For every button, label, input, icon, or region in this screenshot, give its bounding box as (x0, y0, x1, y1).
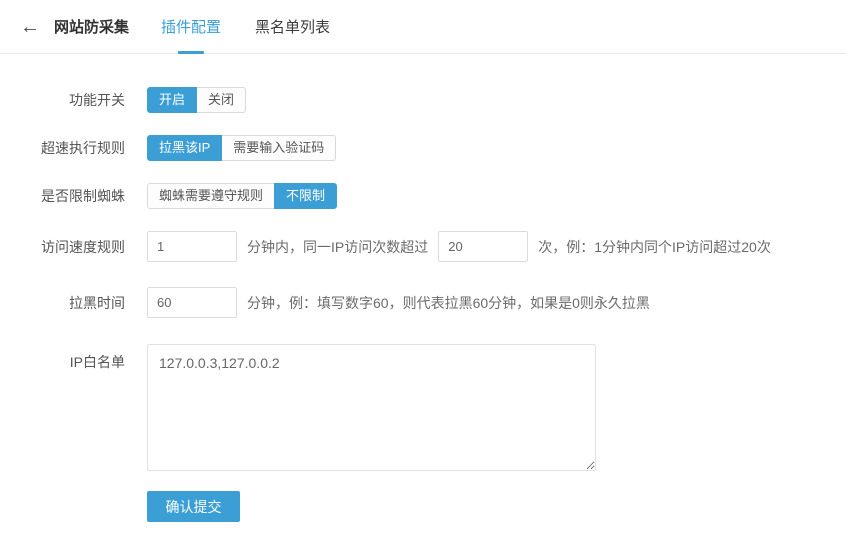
form-row-limit-spider: 是否限制蜘蛛 蜘蛛需要遵守规则 不限制 (0, 183, 846, 209)
form-row-speed-rule: 访问速度规则 分钟内，同一IP访问次数超过 次，例：1分钟内同个IP访问超过20… (0, 231, 846, 262)
tab-blacklist[interactable]: 黑名单列表 (247, 0, 338, 53)
tab-bar: 插件配置 黑名单列表 (153, 0, 356, 53)
switch-on-button[interactable]: 开启 (147, 87, 197, 113)
block-time-example-text: 分钟，例：填写数字60，则代表拉黑60分钟，如果是0则永久拉黑 (247, 293, 650, 313)
field-label: 功能开关 (0, 90, 125, 110)
form-row-overspeed-rule: 超速执行规则 拉黑该IP 需要输入验证码 (0, 135, 846, 161)
field-label: IP白名单 (0, 344, 125, 372)
field-label: 访问速度规则 (0, 237, 125, 257)
speed-count-input[interactable] (438, 231, 528, 262)
function-switch-group: 开启 关闭 (147, 87, 246, 113)
field-label: 超速执行规则 (0, 138, 125, 158)
confirm-submit-button[interactable]: 确认提交 (147, 491, 240, 522)
block-time-input[interactable] (147, 287, 237, 318)
require-captcha-button[interactable]: 需要输入验证码 (221, 135, 336, 161)
page-header: ← 网站防采集 插件配置 黑名单列表 (0, 0, 846, 54)
limit-spider-group: 蜘蛛需要遵守规则 不限制 (147, 183, 337, 209)
plugin-config-form: 功能开关 开启 关闭 超速执行规则 拉黑该IP 需要输入验证码 是否限制蜘蛛 蜘… (0, 54, 846, 522)
form-row-block-time: 拉黑时间 分钟，例：填写数字60，则代表拉黑60分钟，如果是0则永久拉黑 (0, 287, 846, 318)
back-icon[interactable]: ← (18, 15, 42, 39)
ip-whitelist-textarea[interactable]: 127.0.0.3,127.0.0.2 (147, 344, 596, 471)
switch-off-button[interactable]: 关闭 (196, 87, 246, 113)
tab-label: 黑名单列表 (255, 16, 330, 37)
tab-label: 插件配置 (161, 16, 221, 37)
field-label: 是否限制蜘蛛 (0, 186, 125, 206)
no-limit-button[interactable]: 不限制 (274, 183, 337, 209)
form-row-ip-whitelist: IP白名单 127.0.0.3,127.0.0.2 (0, 344, 846, 471)
tab-plugin-config[interactable]: 插件配置 (153, 0, 229, 53)
submit-row: 确认提交 (147, 491, 846, 522)
field-label: 拉黑时间 (0, 293, 125, 313)
form-row-function-switch: 功能开关 开启 关闭 (0, 87, 846, 113)
overspeed-rule-group: 拉黑该IP 需要输入验证码 (147, 135, 336, 161)
blacklist-ip-button[interactable]: 拉黑该IP (147, 135, 222, 161)
speed-minutes-input[interactable] (147, 231, 237, 262)
speed-rule-example-text: 次，例：1分钟内同个IP访问超过20次 (538, 237, 771, 257)
spider-follow-rules-button[interactable]: 蜘蛛需要遵守规则 (147, 183, 275, 209)
page-title: 网站防采集 (54, 16, 129, 37)
speed-rule-mid-text: 分钟内，同一IP访问次数超过 (247, 237, 428, 257)
active-tab-underline (178, 51, 204, 54)
